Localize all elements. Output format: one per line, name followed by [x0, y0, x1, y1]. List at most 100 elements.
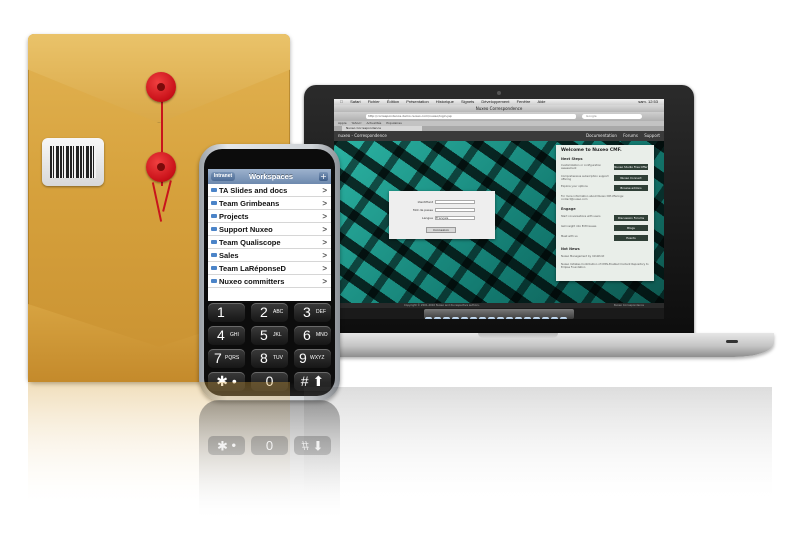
forums-button[interactable]: Discussion Forums: [614, 215, 648, 221]
key-6[interactable]: 6 MNO: [294, 326, 331, 345]
nav-support[interactable]: Support: [644, 133, 660, 138]
barcode-icon: [50, 146, 96, 178]
back-button[interactable]: Intranet: [211, 172, 235, 181]
key-8[interactable]: 8 TUV: [251, 349, 288, 368]
studio-button[interactable]: Nuxeo Studio Free Offer: [614, 164, 648, 170]
key-4[interactable]: 4 GHI: [208, 326, 245, 345]
footer-copyright: Copyright © 2001-2010 Nuxeo and its resp…: [404, 304, 480, 307]
list-item-label: Team Grimbeans: [219, 199, 280, 208]
key-2[interactable]: 2 ABC: [251, 303, 288, 322]
webapp-nav: Documentation Forums Support: [581, 131, 660, 141]
sleep-indicator-icon: [726, 340, 738, 343]
language-select[interactable]: Français: [435, 216, 475, 220]
key-3[interactable]: 3 DEF: [294, 303, 331, 322]
folder-icon: [211, 201, 217, 205]
key-digit: 4: [217, 327, 225, 343]
key-5[interactable]: 5 JKL: [251, 326, 288, 345]
folder-icon: [211, 240, 217, 244]
dock-app-icon[interactable]: [443, 317, 450, 319]
dock-app-icon[interactable]: [452, 317, 459, 319]
panel-text: Explore your options: [561, 185, 588, 188]
url-input[interactable]: http://correspondence.demo.nuxeo.com/nux…: [366, 114, 576, 119]
panel-text: Meet with us: [561, 235, 578, 238]
panel-text: Comprehensive subscription support offer…: [561, 175, 609, 182]
menu-item-fenetre[interactable]: Fenêtre: [517, 99, 531, 104]
list-item[interactable]: TA Slides and docs >: [208, 184, 331, 197]
language-label: Langue: [421, 216, 433, 220]
list-item[interactable]: Projects >: [208, 210, 331, 223]
dock-app-icon[interactable]: [524, 317, 531, 319]
apple-icon[interactable]: : [340, 99, 343, 104]
key-digit: 7: [214, 350, 222, 366]
dock-app-icon[interactable]: [434, 317, 441, 319]
browser-search-input[interactable]: Google: [582, 114, 642, 119]
laptop-base: [282, 333, 774, 357]
list-item[interactable]: Nuxeo committers >: [208, 275, 331, 288]
dock-app-icon[interactable]: [488, 317, 495, 319]
blogs-button[interactable]: Blogs: [614, 225, 648, 231]
dock-app-icon[interactable]: [506, 317, 513, 319]
list-item[interactable]: Sales >: [208, 249, 331, 262]
list-item[interactable]: Team Grimbeans >: [208, 197, 331, 210]
list-item[interactable]: Team LaRéponseD >: [208, 262, 331, 275]
menu-item-signets[interactable]: Signets: [461, 99, 474, 104]
connect-button[interactable]: Nuxeo Connect: [614, 175, 648, 181]
key-7[interactable]: 7 PQRS: [208, 349, 245, 368]
camera-icon: [497, 91, 501, 95]
dock-app-icon[interactable]: [425, 317, 432, 319]
dock-app-icon[interactable]: [470, 317, 477, 319]
news-item[interactable]: Nuxeo Management by InfoWorld: [561, 255, 649, 258]
bookmark-item[interactable]: Populaires: [386, 121, 401, 125]
menu-item-edition[interactable]: Édition: [387, 99, 399, 104]
chevron-right-icon: >: [322, 199, 327, 208]
list-item[interactable]: Support Nuxeo >: [208, 223, 331, 236]
folder-icon: [211, 227, 217, 231]
bookmark-item[interactable]: Actualités: [367, 121, 382, 125]
news-item[interactable]: Nuxeo Initiates Contribution of CMIS-Ena…: [561, 263, 649, 270]
add-icon[interactable]: +: [319, 172, 328, 181]
nav-forums[interactable]: Forums: [623, 133, 638, 138]
key-digit: 6: [303, 327, 311, 343]
list-item-label: Projects: [219, 212, 249, 221]
nav-documentation[interactable]: Documentation: [586, 133, 617, 138]
dock-app-icon[interactable]: [542, 317, 549, 319]
login-button[interactable]: Connexion: [426, 227, 456, 233]
list-item[interactable]: Team Qualiscope >: [208, 236, 331, 249]
dock-app-icon[interactable]: [515, 317, 522, 319]
menu-item-developpement[interactable]: Développement: [481, 99, 509, 104]
panel-text: Start conversations with users: [561, 215, 601, 218]
events-button[interactable]: Events: [614, 235, 648, 241]
bookmark-item[interactable]: Apple: [338, 121, 347, 125]
panel-text: For more information about Nuxeo DM offe…: [561, 195, 624, 202]
dock-app-icon[interactable]: [497, 317, 504, 319]
key-9[interactable]: 9 WXYZ: [294, 349, 331, 368]
dock-app-icon[interactable]: [551, 317, 558, 319]
chevron-right-icon: >: [322, 186, 327, 195]
password-input[interactable]: [435, 208, 475, 212]
menu-item-presentation[interactable]: Présentation: [406, 99, 428, 104]
panel-text: Get insight into ECM issues: [561, 225, 597, 228]
footer-product: Nuxeo Correspondence: [613, 304, 644, 307]
webapp-brand[interactable]: nuxeo - Correspondence: [338, 131, 387, 141]
menu-item-aide[interactable]: Aide: [537, 99, 545, 104]
password-label: Mot de passe: [413, 208, 433, 212]
key-1[interactable]: 1: [208, 303, 245, 322]
laptop-lid:  Safari Fichier Édition Présentation Hi…: [304, 85, 694, 338]
list-item-label: TA Slides and docs: [219, 186, 288, 195]
dock-app-icon[interactable]: [533, 317, 540, 319]
bookmark-item[interactable]: Yahoo!: [352, 121, 362, 125]
key-digit: 3: [303, 304, 311, 320]
dock-app-icon[interactable]: [479, 317, 486, 319]
key-letters: TUV: [273, 355, 283, 361]
menu-item-safari[interactable]: Safari: [350, 99, 360, 104]
phone-nav-bar: Intranet Workspaces +: [208, 169, 331, 184]
key-digit: 9: [299, 350, 307, 366]
menu-item-historique[interactable]: Historique: [436, 99, 454, 104]
username-input[interactable]: [435, 200, 475, 204]
dock-app-icon[interactable]: [461, 317, 468, 319]
envelope-button-icon: [146, 152, 176, 182]
addons-button[interactable]: Browse addons: [614, 185, 648, 191]
dock-app-icon[interactable]: [560, 317, 567, 319]
login-password-row: Mot de passe: [393, 207, 491, 213]
menu-item-fichier[interactable]: Fichier: [368, 99, 380, 104]
